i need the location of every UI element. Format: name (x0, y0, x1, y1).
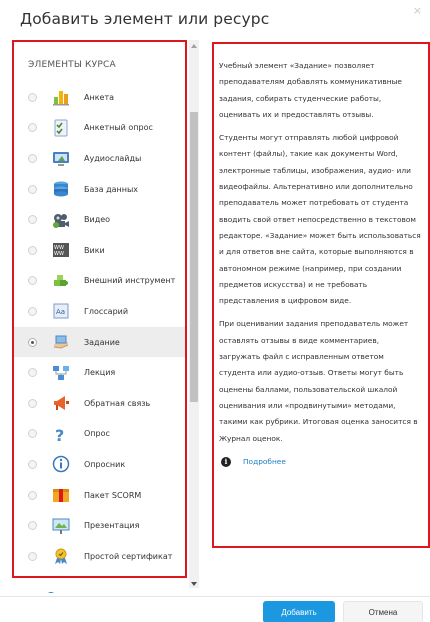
module-item[interactable]: Обратная связь (14, 388, 185, 419)
scroll-down-arrow-icon[interactable] (191, 582, 197, 586)
module-item[interactable]: Анкетный опрос (14, 113, 185, 144)
certificate-icon (52, 547, 70, 565)
module-label: Вики (84, 245, 105, 255)
description-paragraph: При оценивании задания преподаватель мож… (219, 319, 418, 443)
module-radio[interactable] (28, 215, 37, 225)
question-mark-icon: ? (52, 425, 70, 445)
glossary-icon: Aa (52, 302, 70, 320)
module-radio[interactable] (28, 306, 37, 316)
module-label: Анкетный опрос (84, 123, 153, 133)
module-label: Лекция (84, 368, 116, 378)
module-radio[interactable] (28, 429, 37, 439)
module-item[interactable]: Aa Глоссарий (14, 296, 185, 327)
svg-text:WW: WW (54, 251, 64, 257)
survey-checklist-icon (52, 119, 70, 137)
module-radio[interactable] (28, 245, 37, 255)
module-list-panel: ЭЛЕМЕНТЫ КУРСА Анкета Анкетный опрос Аудио… (12, 40, 187, 578)
database-icon (52, 180, 70, 198)
module-item[interactable]: Пакет SCORM (14, 480, 185, 511)
svg-text:Aa: Aa (56, 308, 65, 316)
module-radio[interactable] (28, 398, 37, 408)
module-label: Презентация (84, 521, 140, 531)
info-circle-icon (52, 455, 70, 473)
module-item[interactable]: Аудиослайды (14, 143, 185, 174)
module-item[interactable]: Видео (14, 204, 185, 235)
module-label: Опрос (84, 429, 110, 439)
module-label: Пакет SCORM (84, 490, 142, 500)
module-label: Анкета (84, 92, 115, 102)
module-label: Задание (84, 337, 120, 347)
module-radio[interactable] (28, 276, 37, 286)
module-radio[interactable] (28, 368, 37, 378)
presentation-icon (52, 517, 70, 535)
description-paragraph: Учебный элемент «Задание» позволяет преп… (219, 61, 402, 119)
module-label: Внешний инструмент (84, 276, 176, 286)
module-label: Видео (84, 215, 111, 225)
video-icon (52, 211, 70, 229)
add-button[interactable]: Добавить (263, 601, 335, 622)
wiki-icon: WW WW (52, 241, 70, 259)
module-list-scrollbar[interactable] (189, 40, 199, 588)
module-radio[interactable] (28, 551, 37, 561)
module-radio[interactable] (28, 184, 37, 194)
dialog-title: Добавить элемент или ресурс (20, 10, 270, 28)
module-list: Анкета Анкетный опрос Аудиослайды База данн… (14, 82, 185, 572)
scorm-package-icon (52, 486, 70, 504)
module-item[interactable]: Презентация (14, 510, 185, 541)
module-radio[interactable] (28, 337, 37, 347)
module-item[interactable]: Задание (14, 326, 185, 358)
more-info-link[interactable]: Подробнее (243, 454, 286, 470)
svg-text:?: ? (55, 426, 64, 443)
puzzle-icon (52, 272, 70, 290)
module-radio[interactable] (28, 459, 37, 469)
module-item[interactable]: ? Опрос (14, 419, 185, 450)
module-item[interactable]: Простой сертификат (14, 541, 185, 572)
module-label: Глоссарий (84, 306, 129, 316)
close-icon[interactable]: × (413, 4, 422, 17)
module-label: Обратная связь (84, 398, 151, 408)
scroll-up-arrow-icon[interactable] (191, 44, 197, 48)
module-radio[interactable] (28, 92, 37, 102)
module-radio[interactable] (28, 153, 37, 163)
module-radio[interactable] (28, 521, 37, 531)
cancel-button[interactable]: Отмена (343, 601, 423, 622)
bar-chart-icon (52, 88, 70, 106)
info-icon: i (221, 457, 231, 467)
module-label: Аудиослайды (84, 153, 142, 163)
module-item[interactable]: Лекция (14, 357, 185, 388)
module-description-panel: Учебный элемент «Задание» позволяет преп… (212, 42, 430, 548)
module-label: Опросник (84, 459, 126, 469)
lesson-icon (52, 364, 70, 382)
module-item[interactable]: База данных (14, 174, 185, 205)
module-item[interactable]: Внешний инструмент (14, 266, 185, 297)
megaphone-icon (52, 394, 70, 412)
module-radio[interactable] (28, 123, 37, 133)
section-title: ЭЛЕМЕНТЫ КУРСА (28, 60, 116, 70)
more-help-row: i Подробнее (219, 454, 422, 470)
assignment-hand-icon (52, 333, 70, 351)
module-item[interactable]: WW WW Вики (14, 235, 185, 266)
partially-visible-item (14, 583, 184, 593)
description-paragraph: Студенты могут отправлять любой цифровой… (219, 133, 421, 306)
module-radio[interactable] (28, 490, 37, 500)
scroll-thumb[interactable] (190, 112, 198, 402)
audio-slides-icon (52, 149, 70, 167)
module-label: Простой сертификат (84, 551, 173, 561)
module-item[interactable]: Анкета (14, 82, 185, 113)
module-item[interactable]: Опросник (14, 449, 185, 480)
module-label: База данных (84, 184, 139, 194)
